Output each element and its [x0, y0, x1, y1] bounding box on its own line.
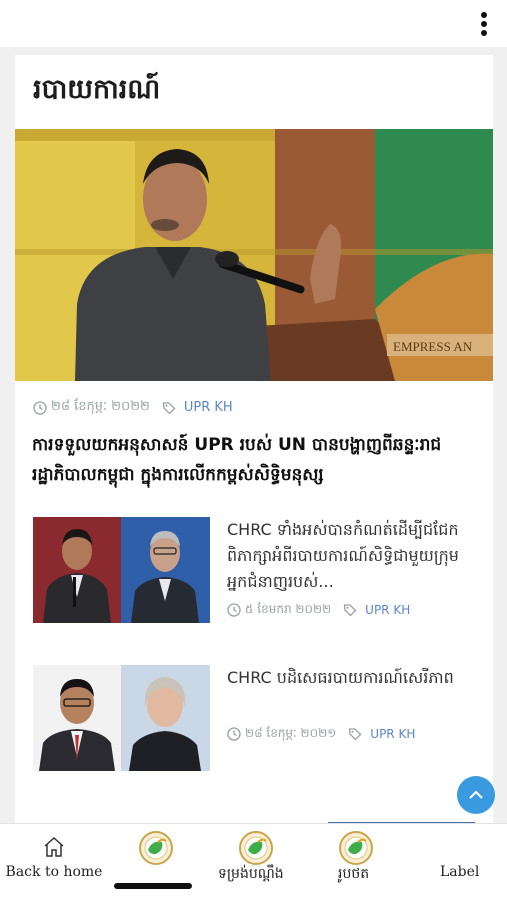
list-item[interactable]: CHRC បដិសេធរបាយការណ៍សេរីភាព ២៨ ខែកុម្ភៈ … — [33, 665, 478, 775]
logo-icon — [339, 831, 373, 865]
chevron-up-icon — [469, 790, 483, 799]
featured-headline[interactable]: ការទទួលយកអនុសាសន៍ UPR របស់ UN បានបង្ហាញព… — [32, 430, 482, 490]
article-thumbnail — [33, 517, 210, 623]
more-vertical-icon[interactable] — [479, 12, 489, 38]
nav-item-home[interactable]: Back to home — [0, 824, 108, 900]
article-title: CHRC ទាំងអស់បានកំណត់ដើម្បីជជែកពិភាក្សាអំ… — [227, 520, 459, 591]
nav-item-photos[interactable]: រូបថត — [328, 824, 388, 900]
home-icon — [44, 836, 64, 857]
article-thumbnail — [33, 665, 210, 771]
article-photo — [33, 517, 210, 623]
article-date: ២៨ ខែកុម្ភៈ ២០២១ — [245, 726, 337, 740]
bottom-navigation: Back to home ទម្រង់បណ្តឹង រូបថត Label — [0, 823, 507, 900]
featured-date: ២៨ ខែកុម្ភៈ ២០២២ — [51, 399, 150, 414]
top-app-bar — [0, 0, 507, 47]
article-tag[interactable]: UPR KH — [370, 727, 415, 741]
reports-card: របាយការណ៍ EMPRESS AN ២៨ ខែកុម្ភៈ ២០២២ UP… — [15, 55, 493, 835]
article-meta: ៥ ខែមករា ២០២២ UPR KH — [227, 601, 410, 619]
featured-photo: EMPRESS AN — [15, 129, 493, 381]
featured-tag[interactable]: UPR KH — [184, 400, 233, 415]
nav-item-complaint[interactable]: ទម្រង់បណ្តឹង — [210, 824, 302, 900]
svg-text:EMPRESS AN: EMPRESS AN — [393, 339, 473, 354]
list-item[interactable]: CHRC ទាំងអស់បានកំណត់ដើម្បីជជែកពិភាក្សាអំ… — [33, 517, 478, 647]
featured-image[interactable]: EMPRESS AN — [15, 129, 493, 381]
featured-meta: ២៨ ខែកុម្ភៈ ២០២២ UPR KH — [33, 398, 233, 417]
logo-icon — [239, 831, 273, 865]
scroll-to-top-button[interactable] — [457, 776, 495, 814]
nav-label-complaint: ទម្រង់បណ្តឹង — [218, 866, 284, 882]
article-meta: ២៨ ខែកុម្ភៈ ២០២១ UPR KH — [227, 725, 415, 743]
nav-item-label[interactable]: Label — [420, 824, 500, 900]
tag-icon — [162, 401, 176, 414]
clock-icon — [33, 400, 47, 415]
home-indicator — [114, 883, 192, 889]
clock-icon — [227, 603, 241, 617]
nav-label-photos: រូបថត — [338, 866, 370, 882]
tag-icon — [343, 604, 357, 617]
tag-icon — [349, 728, 362, 741]
article-tag[interactable]: UPR KH — [365, 603, 410, 617]
nav-label-label: Label — [440, 864, 480, 880]
article-photo — [33, 665, 210, 771]
article-date: ៥ ខែមករា ២០២២ — [245, 602, 332, 616]
nav-label-home: Back to home — [5, 864, 103, 880]
section-title: របាយការណ៍ — [33, 74, 161, 105]
clock-icon — [227, 727, 241, 741]
logo-icon — [139, 831, 173, 865]
article-title: CHRC បដិសេធរបាយការណ៍សេរីភាព — [227, 668, 454, 687]
